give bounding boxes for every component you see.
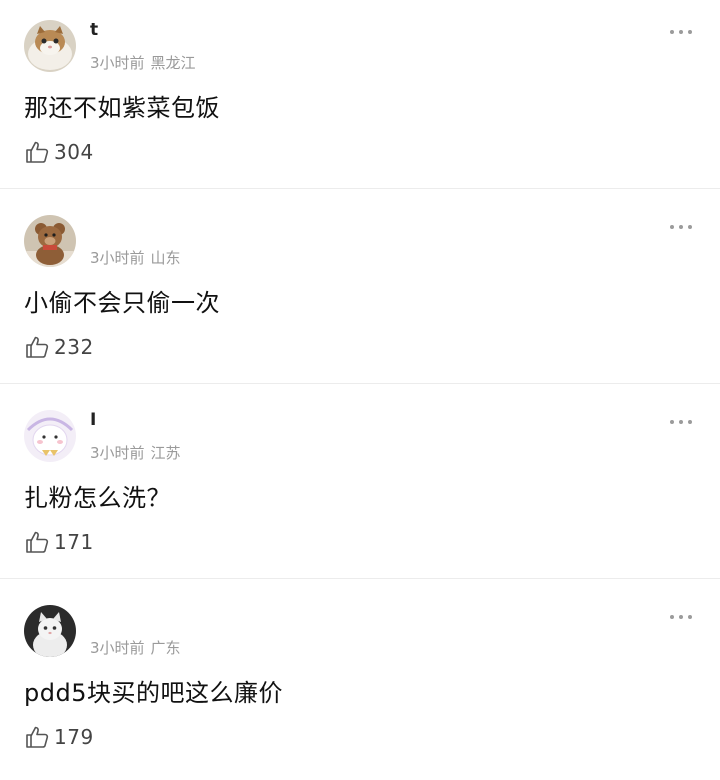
like-button[interactable]: 179 xyxy=(24,723,94,751)
comment-text: 小偷不会只偷一次 xyxy=(24,289,220,317)
more-dots-icon[interactable] xyxy=(668,28,694,36)
comment-item: 3小时前 广东 pdd5块买的吧这么廉价 179 xyxy=(0,585,720,780)
comment-text: 那还不如紫菜包饭 xyxy=(24,94,220,122)
comment-meta: 3小时前 山东 xyxy=(90,247,181,268)
comment-region: 山东 xyxy=(150,249,181,267)
cartoon-sticker-icon xyxy=(24,410,76,462)
thumbs-up-icon xyxy=(26,531,49,553)
thumbs-up-icon xyxy=(26,141,49,163)
comment-time: 3小时前 xyxy=(90,639,145,657)
divider xyxy=(0,188,720,189)
comment-time: 3小时前 xyxy=(90,249,145,267)
comment-time: 3小时前 xyxy=(90,54,145,72)
like-count: 171 xyxy=(54,530,94,554)
comment-meta: 3小时前 江苏 xyxy=(90,442,181,463)
comment-meta: 3小时前 广东 xyxy=(90,637,181,658)
comment-meta: 3小时前 黑龙江 xyxy=(90,52,196,73)
white-cat-photo-icon xyxy=(24,605,76,657)
comment-item: 3小时前 山东 小偷不会只偷一次 232 xyxy=(0,195,720,390)
comment-region: 黑龙江 xyxy=(150,54,196,72)
like-count: 179 xyxy=(54,725,94,749)
avatar[interactable] xyxy=(24,605,76,657)
more-dots-icon[interactable] xyxy=(668,418,694,426)
like-button[interactable]: 304 xyxy=(24,138,94,166)
username[interactable]: I xyxy=(90,410,97,430)
thumbs-up-icon xyxy=(26,336,49,358)
like-count: 232 xyxy=(54,335,94,359)
more-dots-icon[interactable] xyxy=(668,223,694,231)
avatar[interactable] xyxy=(24,20,76,72)
comment-item: I 3小时前 江苏 扎粉怎么洗？ 171 xyxy=(0,390,720,585)
like-button[interactable]: 232 xyxy=(24,333,94,361)
cat-photo-icon xyxy=(24,20,76,72)
avatar[interactable] xyxy=(24,410,76,462)
thumbs-up-icon xyxy=(26,726,49,748)
avatar[interactable] xyxy=(24,215,76,267)
comment-text: 扎粉怎么洗？ xyxy=(24,484,171,512)
more-dots-icon[interactable] xyxy=(668,613,694,621)
username[interactable]: t xyxy=(90,20,99,40)
comment-region: 广东 xyxy=(150,639,181,657)
comment-time: 3小时前 xyxy=(90,444,145,462)
divider xyxy=(0,578,720,579)
divider xyxy=(0,383,720,384)
comment-item: t 3小时前 黑龙江 那还不如紫菜包饭 304 xyxy=(0,0,720,195)
comment-region: 江苏 xyxy=(150,444,181,462)
like-count: 304 xyxy=(54,140,94,164)
like-button[interactable]: 171 xyxy=(24,528,94,556)
teddy-bear-photo-icon xyxy=(24,215,76,267)
comment-text: pdd5块买的吧这么廉价 xyxy=(24,679,283,707)
